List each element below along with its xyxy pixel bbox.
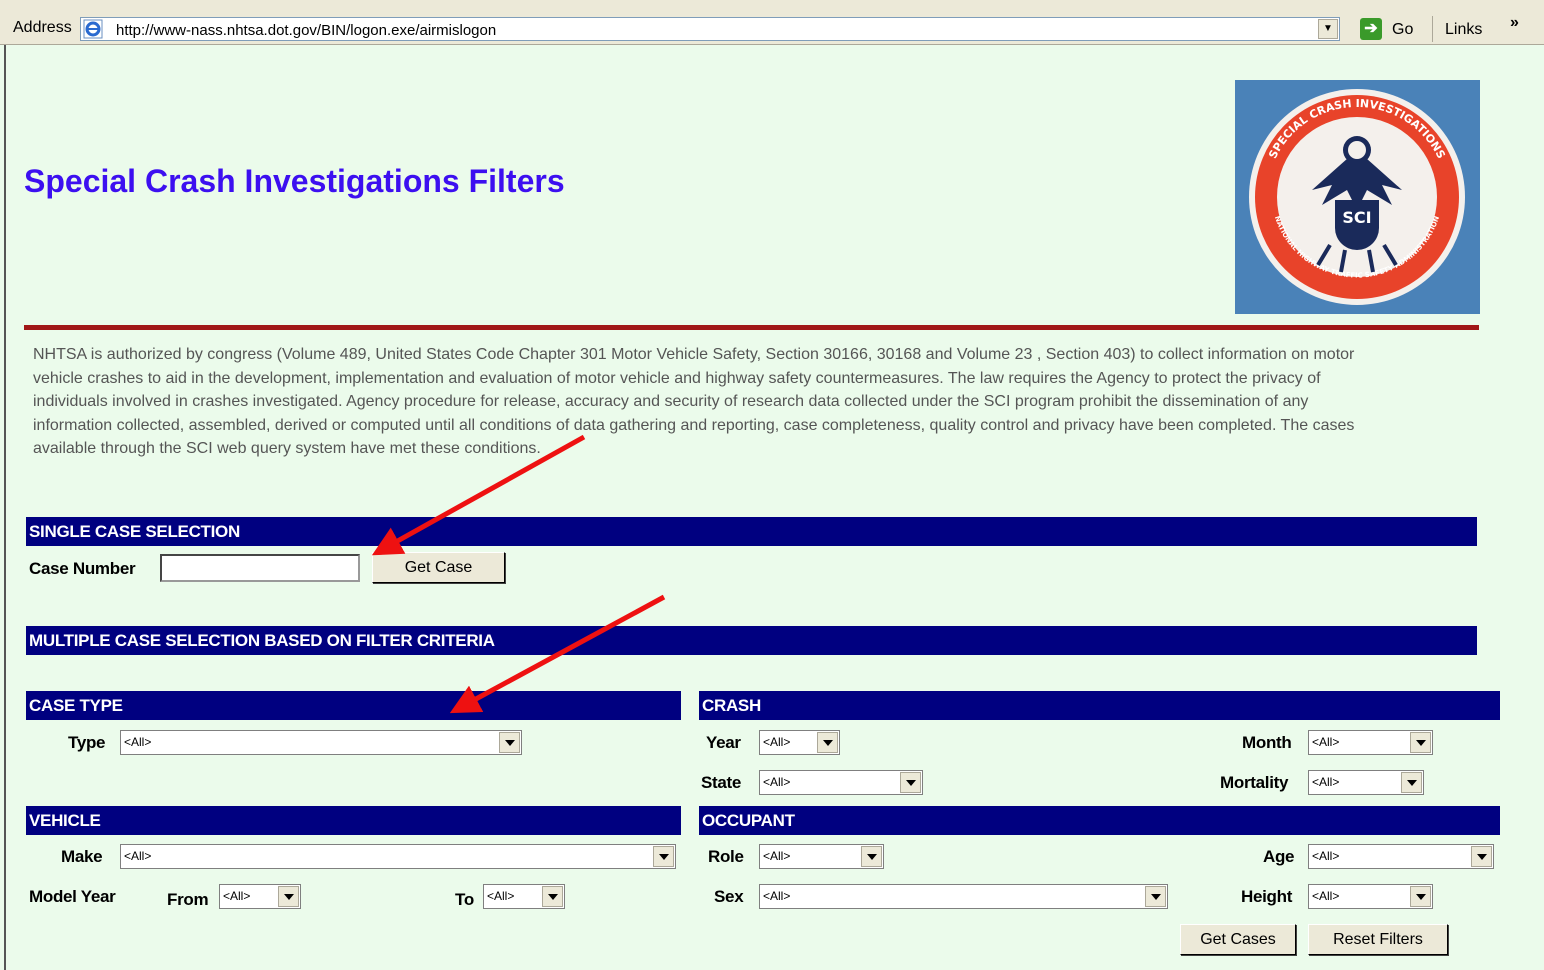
chevron-down-icon[interactable] (1145, 886, 1166, 907)
header-divider (24, 325, 1479, 330)
chevron-down-icon[interactable] (1471, 846, 1492, 867)
year-select[interactable]: <All> (759, 730, 840, 755)
sex-select[interactable]: <All> (759, 884, 1168, 909)
chevron-down-icon[interactable] (900, 772, 921, 793)
ie-page-icon (83, 19, 103, 39)
reset-filters-button[interactable]: Reset Filters (1308, 924, 1448, 955)
make-select[interactable]: <All> (120, 844, 676, 869)
address-dropdown-button[interactable]: ▼ (1318, 19, 1338, 39)
month-label: Month (1242, 733, 1292, 752)
address-label: Address (13, 19, 72, 36)
chevron-down-icon[interactable] (278, 886, 299, 907)
chevron-more-icon[interactable]: » (1510, 14, 1519, 32)
crash-header: CRASH (699, 691, 1500, 720)
address-url[interactable]: http://www-nass.nhtsa.dot.gov/BIN/logon.… (116, 22, 496, 39)
case-number-label: Case Number (29, 559, 136, 578)
type-select[interactable]: <All> (120, 730, 522, 755)
chevron-down-icon[interactable] (817, 732, 838, 753)
model-year-to-select[interactable]: <All> (483, 884, 565, 909)
toolbar-separator (1432, 16, 1433, 42)
intro-paragraph: NHTSA is authorized by congress (Volume … (33, 346, 1355, 457)
height-select[interactable]: <All> (1308, 884, 1433, 909)
mortality-label: Mortality (1220, 773, 1289, 792)
go-button[interactable]: Go (1392, 21, 1413, 39)
get-case-button[interactable]: Get Case (372, 552, 505, 583)
case-number-input[interactable] (160, 554, 360, 582)
mortality-select[interactable]: <All> (1308, 770, 1424, 795)
chevron-down-icon[interactable] (1410, 732, 1431, 753)
get-cases-button[interactable]: Get Cases (1180, 924, 1296, 955)
make-label: Make (61, 847, 103, 866)
case-type-header: CASE TYPE (26, 691, 681, 720)
go-arrow-icon[interactable]: ➔ (1360, 18, 1382, 40)
chevron-down-icon[interactable] (1401, 772, 1422, 793)
state-label: State (701, 773, 742, 792)
model-year-from-select[interactable]: <All> (219, 884, 301, 909)
type-label: Type (68, 733, 106, 752)
vehicle-header: VEHICLE (26, 806, 681, 835)
chevron-down-icon[interactable] (499, 732, 520, 753)
links-button[interactable]: Links (1445, 21, 1482, 39)
svg-text:SCI: SCI (1342, 208, 1371, 227)
height-label: Height (1241, 887, 1293, 906)
sci-logo: SPECIAL CRASH INVESTIGATIONS NATIONAL HI… (1235, 80, 1480, 314)
role-select[interactable]: <All> (759, 844, 884, 869)
role-label: Role (708, 847, 744, 866)
chevron-down-icon[interactable] (861, 846, 882, 867)
chevron-down-icon[interactable] (542, 886, 563, 907)
sex-label: Sex (714, 887, 744, 906)
state-select[interactable]: <All> (759, 770, 923, 795)
month-select[interactable]: <All> (1308, 730, 1433, 755)
year-label: Year (706, 733, 741, 752)
age-select[interactable]: <All> (1308, 844, 1494, 869)
from-label: From (167, 890, 209, 909)
chevron-down-icon[interactable] (1410, 886, 1431, 907)
single-case-header: SINGLE CASE SELECTION (26, 517, 1477, 546)
page-title: Special Crash Investigations Filters (24, 163, 565, 199)
age-label: Age (1263, 847, 1295, 866)
model-year-label: Model Year (29, 887, 116, 906)
chevron-down-icon[interactable] (653, 846, 674, 867)
multiple-case-header: MULTIPLE CASE SELECTION BASED ON FILTER … (26, 626, 1477, 655)
occupant-header: OCCUPANT (699, 806, 1500, 835)
to-label: To (455, 890, 474, 909)
